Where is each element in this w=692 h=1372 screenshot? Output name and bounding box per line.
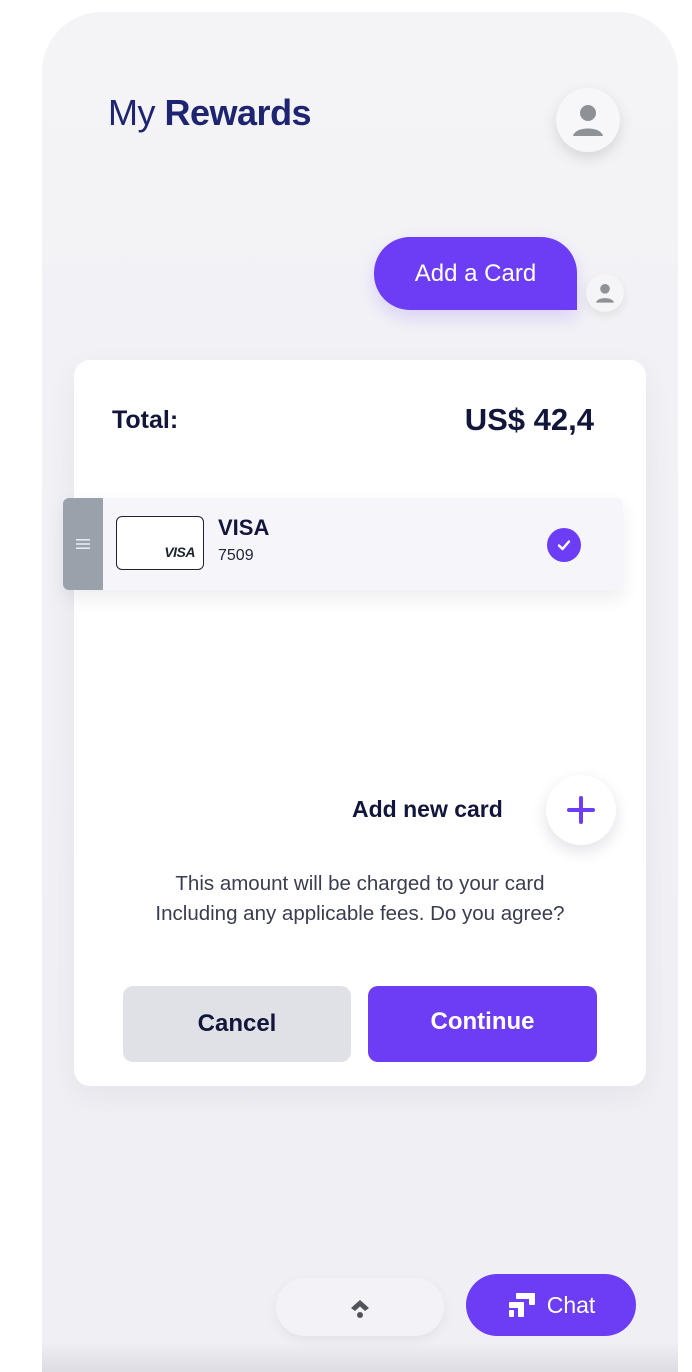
- charge-notice-line2: Including any applicable fees. Do you ag…: [155, 902, 565, 925]
- chevron-up-icon: [351, 1300, 369, 1318]
- profile-avatar-button[interactable]: [556, 88, 620, 152]
- visa-card-logo: VISA: [116, 516, 204, 570]
- add-new-card-button[interactable]: [546, 775, 616, 845]
- app-container: My Rewards Add a Card Total: US$ 42,4 VI…: [42, 12, 678, 1372]
- card-brand: VISA: [218, 515, 270, 540]
- total-label: Total:: [112, 406, 179, 434]
- card-last4: 7509: [218, 547, 254, 564]
- chat-bubble-add-card[interactable]: Add a Card: [374, 237, 577, 310]
- check-circle-icon: [557, 540, 571, 551]
- add-new-card-label[interactable]: Add new card: [352, 796, 503, 823]
- drag-handle[interactable]: [63, 498, 103, 590]
- plus-icon: [567, 796, 595, 824]
- user-avatar-icon-small: [596, 284, 614, 303]
- charge-notice-line1: This amount will be charged to your card: [175, 872, 545, 895]
- cancel-button[interactable]: Cancel: [123, 986, 351, 1062]
- page-title-light: My: [108, 92, 156, 133]
- chat-button[interactable]: Chat: [466, 1274, 636, 1336]
- payment-card-panel: Total: US$ 42,4 VISA VISA 7509 Add new c…: [63, 360, 646, 1086]
- total-amount: US$ 42,4: [464, 402, 594, 437]
- bottom-shade: [42, 1342, 678, 1372]
- visa-logo-text: VISA: [164, 544, 195, 560]
- chat-user-avatar: [586, 274, 624, 312]
- chat-button-label: Chat: [546, 1291, 596, 1318]
- saved-card-row[interactable]: VISA VISA 7509: [63, 498, 623, 590]
- chat-bubbles-icon: [508, 1293, 535, 1317]
- page-title-bold: Rewards: [164, 92, 312, 133]
- screen: My Rewards Add a Card Total: US$ 42,4 VI…: [0, 0, 692, 1372]
- user-avatar-icon: [573, 105, 603, 136]
- page-title: My Rewards: [108, 92, 312, 134]
- scroll-up-button[interactable]: [276, 1278, 444, 1336]
- drag-handle-icon: [76, 539, 90, 549]
- continue-button[interactable]: Continue: [368, 986, 597, 1062]
- card-selected-check[interactable]: [547, 528, 581, 562]
